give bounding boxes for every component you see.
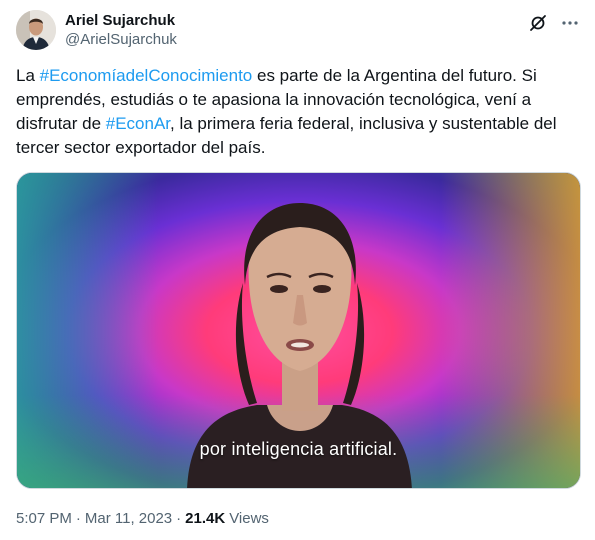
author-names: Ariel Sujarchuk @ArielSujarchuk [65, 12, 177, 50]
meta-separator: · [75, 510, 81, 527]
author-handle[interactable]: @ArielSujarchuk [65, 30, 177, 50]
views-count: 21.4K [185, 510, 226, 527]
text-segment: La [16, 66, 40, 85]
avatar[interactable] [16, 10, 56, 50]
hashtag-link[interactable]: #EconAr [106, 114, 170, 133]
hashtag-link[interactable]: #EconomíadelConocimiento [40, 66, 253, 85]
video-player[interactable]: por inteligencia artificial. [16, 172, 581, 489]
tweet-header: Ariel Sujarchuk @ArielSujarchuk [16, 10, 579, 54]
header-actions [529, 14, 579, 32]
views-label: Views [229, 510, 269, 527]
more-icon[interactable] [561, 14, 579, 32]
tweet-time[interactable]: 5:07 PM [16, 510, 72, 527]
tweet-date[interactable]: Mar 11, 2023 [85, 510, 172, 527]
tweet-meta: 5:07 PM · Mar 11, 2023 · 21.4K Views [16, 510, 269, 527]
grok-icon[interactable] [529, 14, 547, 32]
video-caption: por inteligencia artificial. [199, 439, 398, 459]
author-display-name[interactable]: Ariel Sujarchuk [65, 12, 177, 30]
tweet-text: La #EconomíadelConocimiento es parte de … [16, 64, 582, 160]
meta-separator: · [176, 510, 182, 527]
